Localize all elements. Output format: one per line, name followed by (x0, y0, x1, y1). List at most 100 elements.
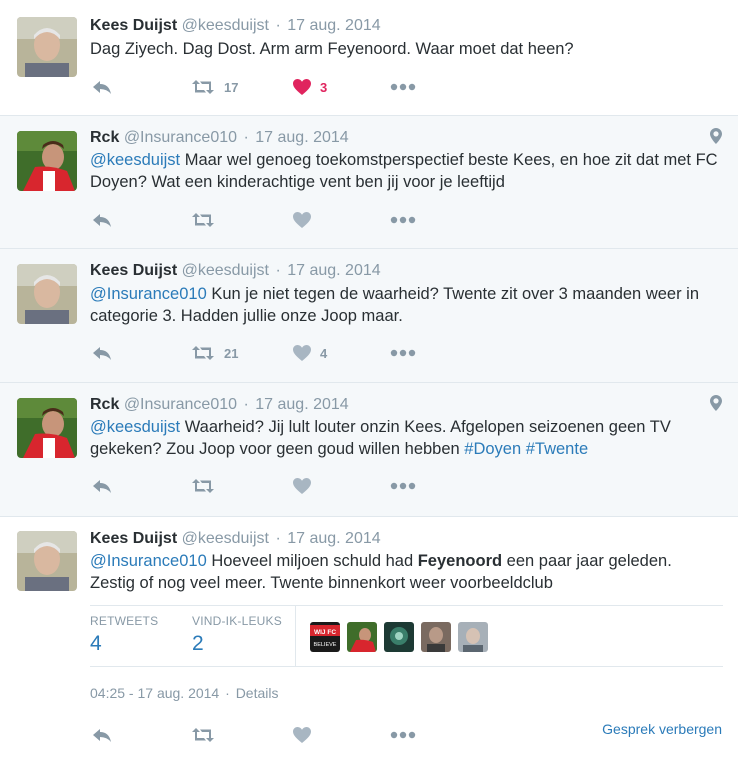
mention-link[interactable]: @keesduijst (90, 151, 180, 169)
retweet-button[interactable]: 21 (190, 343, 238, 363)
retweets-stat[interactable]: RETWEETS 4 (90, 614, 158, 656)
hashtag-link[interactable]: #Twente (526, 440, 588, 458)
reply-button[interactable] (92, 725, 112, 745)
reply-icon (93, 729, 111, 742)
location-pin-icon[interactable] (710, 128, 722, 144)
tweet-text: Dag Ziyech. Dag Dost. Arm arm Feyenoord.… (90, 38, 720, 60)
tweet-header: Rck @Insurance010 · 17 aug. 2014 (90, 396, 349, 414)
user-name[interactable]: Rck (90, 396, 119, 413)
tweet[interactable]: Kees Duijst @keesduijst · 17 aug. 2014 @… (0, 249, 738, 383)
more-button[interactable] (390, 343, 416, 363)
tweet-header: Rck @Insurance010 · 17 aug. 2014 (90, 129, 349, 147)
tweet-text: @keesduijst Maar wel genoeg toekomstpers… (90, 149, 720, 193)
separator: · (275, 530, 281, 547)
tweet-time[interactable]: 17 aug. 2014 (287, 530, 380, 547)
reply-button[interactable] (92, 77, 112, 97)
user-name[interactable]: Kees Duijst (90, 262, 177, 279)
heart-icon (293, 727, 311, 743)
like-button[interactable] (292, 725, 312, 745)
liker-avatar[interactable]: WIJ FC BELIEVE (310, 622, 340, 652)
like-button[interactable]: 3 (292, 77, 327, 97)
likes-label: VIND-IK-LEUKS (192, 614, 282, 628)
retweet-button[interactable] (190, 476, 216, 496)
tweet-time[interactable]: 17 aug. 2014 (287, 262, 380, 279)
stats-divider (295, 606, 296, 666)
retweet-icon (192, 728, 214, 742)
tweet-text-highlight: Feyenoord (417, 552, 503, 570)
reply-button[interactable] (92, 210, 112, 230)
heart-icon (293, 79, 311, 95)
user-name[interactable]: Kees Duijst (90, 530, 177, 547)
reply-button[interactable] (92, 476, 112, 496)
liker-avatar[interactable] (458, 622, 488, 652)
heart-icon (293, 212, 311, 228)
tweet-expanded[interactable]: Kees Duijst @keesduijst · 17 aug. 2014 @… (0, 517, 738, 762)
retweet-button[interactable]: 17 (190, 77, 238, 97)
separator: · (225, 685, 230, 701)
hide-conversation-link[interactable]: Gesprek verbergen (602, 721, 722, 737)
more-button[interactable] (390, 210, 416, 230)
retweet-count: 17 (224, 79, 239, 95)
more-icon (390, 731, 416, 739)
more-icon (390, 83, 416, 91)
user-handle[interactable]: @keesduijst (182, 530, 269, 547)
tweet-timestamp: 04:25 - 17 aug. 2014 (90, 685, 220, 701)
avatar[interactable] (17, 264, 77, 324)
user-name[interactable]: Rck (90, 129, 119, 146)
retweets-label: RETWEETS (90, 614, 159, 628)
retweet-button[interactable] (190, 725, 216, 745)
user-name[interactable]: Kees Duijst (90, 17, 177, 34)
location-pin-icon[interactable] (710, 395, 722, 411)
retweet-button[interactable] (190, 210, 216, 230)
tweet[interactable]: Rck @Insurance010 · 17 aug. 2014 @keesdu… (0, 383, 738, 517)
more-icon (390, 482, 416, 490)
user-handle[interactable]: @keesduijst (182, 17, 269, 34)
mention-link[interactable]: @Insurance010 (90, 552, 207, 570)
tweet[interactable]: Rck @Insurance010 · 17 aug. 2014 @keesdu… (0, 116, 738, 249)
like-button[interactable] (292, 476, 312, 496)
tweet[interactable]: Kees Duijst @keesduijst · 17 aug. 2014 D… (0, 0, 738, 116)
retweet-icon (192, 213, 214, 227)
tweet-time[interactable]: 17 aug. 2014 (255, 129, 348, 146)
details-link[interactable]: Details (236, 685, 279, 701)
more-button[interactable] (390, 725, 416, 745)
mention-link[interactable]: @keesduijst (90, 418, 180, 436)
like-count: 4 (320, 345, 328, 361)
tweet-text-body: Hoeveel miljoen schuld had (206, 552, 418, 570)
like-button[interactable]: 4 (292, 343, 327, 363)
more-icon (390, 216, 416, 224)
avatar[interactable] (17, 398, 77, 458)
reply-icon (93, 480, 111, 493)
avatar[interactable] (17, 17, 77, 77)
badge-text: WIJ FC (314, 629, 336, 636)
more-icon (390, 349, 416, 357)
reply-icon (93, 214, 111, 227)
likes-stat[interactable]: VIND-IK-LEUKS 2 (192, 614, 282, 656)
avatar[interactable] (17, 131, 77, 191)
like-button[interactable] (292, 210, 312, 230)
user-handle[interactable]: @keesduijst (182, 262, 269, 279)
tweet-text-body: Dag Ziyech. Dag Dost. Arm arm Feyenoord.… (90, 40, 574, 58)
separator: · (243, 129, 249, 146)
reply-icon (93, 81, 111, 94)
tweet-time[interactable]: 17 aug. 2014 (287, 17, 380, 34)
tweet-text: @Insurance010 Hoeveel miljoen schuld had… (90, 550, 720, 594)
tweet-time[interactable]: 17 aug. 2014 (255, 396, 348, 413)
avatar[interactable] (17, 531, 77, 591)
reply-button[interactable] (92, 343, 112, 363)
more-button[interactable] (390, 476, 416, 496)
mention-link[interactable]: @Insurance010 (90, 285, 207, 303)
liker-avatar[interactable] (347, 622, 377, 652)
user-handle[interactable]: @Insurance010 (124, 129, 237, 146)
heart-icon (293, 478, 311, 494)
more-button[interactable] (390, 77, 416, 97)
badge-text: BELIEVE (314, 642, 337, 648)
like-count: 3 (320, 79, 328, 95)
likes-value: 2 (192, 632, 204, 655)
user-handle[interactable]: @Insurance010 (124, 396, 237, 413)
hashtag-link[interactable]: #Doyen (464, 440, 521, 458)
retweet-icon (192, 80, 214, 94)
liker-avatar[interactable] (384, 622, 414, 652)
heart-icon (293, 345, 311, 361)
liker-avatar[interactable] (421, 622, 451, 652)
